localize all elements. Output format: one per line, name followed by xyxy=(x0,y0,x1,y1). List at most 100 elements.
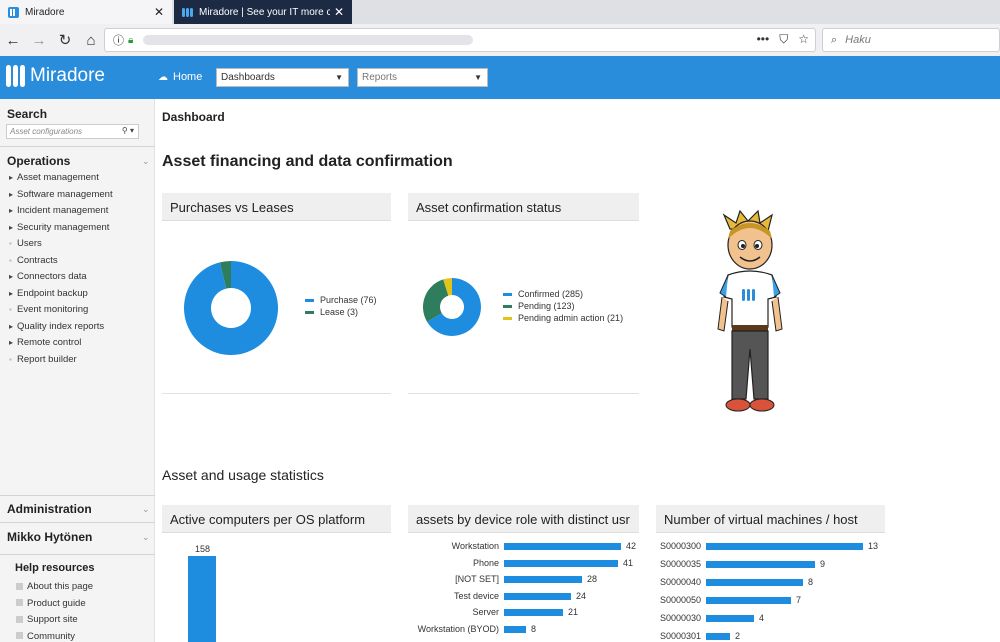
chart-bar[interactable] xyxy=(504,625,526,633)
sidebar: Search Asset configurations ⚲ ▾ Operatio… xyxy=(0,99,155,642)
sidebar-item[interactable]: ▸ Asset management xyxy=(9,172,99,183)
legend-label: Purchase (76) xyxy=(320,295,377,305)
expand-arrow-icon: ▸ xyxy=(9,173,14,182)
sidebar-item[interactable]: ▪ Event monitoring xyxy=(9,304,88,315)
panel-bottom-line xyxy=(162,393,391,394)
home-link[interactable]: ☁ Home xyxy=(158,71,202,83)
bullet-icon: ▪ xyxy=(9,255,12,265)
close-tab-icon[interactable]: ✕ xyxy=(154,5,164,19)
bar-value-label: 7 xyxy=(796,595,802,605)
info-icon[interactable]: ⓘ xyxy=(113,32,124,48)
bar-value-label: 13 xyxy=(868,541,879,551)
search-placeholder: Haku xyxy=(845,34,871,46)
sidebar-item[interactable]: ▸ Remote control xyxy=(9,337,81,348)
address-bar[interactable]: ⓘ 🔒︎ ••• ⛉ ☆ xyxy=(104,28,816,52)
chart-bar[interactable] xyxy=(706,615,754,622)
page-icon xyxy=(16,582,23,590)
legend-label: Confirmed (285) xyxy=(518,289,584,299)
help-item[interactable]: Support site xyxy=(16,614,78,625)
expand-icon[interactable]: ⌄ xyxy=(142,504,150,515)
bar-category-label: Server xyxy=(472,607,499,617)
chart-bar[interactable] xyxy=(504,576,582,583)
home-icon[interactable]: ⌂ xyxy=(78,27,104,53)
user-name-heading[interactable]: Mikko Hytönen xyxy=(7,530,92,544)
expand-arrow-icon: ▸ xyxy=(9,321,14,331)
legend-swatch xyxy=(503,292,512,296)
asset-search-input[interactable]: Asset configurations ⚲ ▾ xyxy=(6,124,139,139)
sidebar-item[interactable]: ▸ Quality index reports xyxy=(9,321,104,332)
bar-category-label: S0000300 xyxy=(659,541,701,551)
expand-arrow-icon: ▸ xyxy=(9,222,14,232)
chart-bar[interactable] xyxy=(504,609,563,616)
pocket-icon[interactable]: ⛉ xyxy=(779,32,788,47)
donut-slice[interactable] xyxy=(423,279,449,322)
miradore-logo[interactable]: Miradore xyxy=(6,65,105,87)
sidebar-item[interactable]: ▸ Software management xyxy=(9,189,113,200)
reports-select[interactable]: Reports ▼ xyxy=(357,68,488,87)
reload-icon[interactable]: ↻ xyxy=(52,27,78,53)
bar-category-label: Test device xyxy=(453,590,499,601)
bookmark-star-icon[interactable]: ☆ xyxy=(798,32,809,47)
help-item-label: Community xyxy=(27,630,76,642)
bar-category-label: S0000040 xyxy=(659,577,701,587)
browser-search-input[interactable]: ⌕ Haku xyxy=(822,28,1000,52)
chart-bar[interactable] xyxy=(706,561,815,568)
search-dropdown-icon[interactable]: ⚲ ▾ xyxy=(122,126,134,135)
sidebar-item[interactable]: ▪ Users xyxy=(9,238,42,249)
chart-bar[interactable] xyxy=(504,592,571,600)
sidebar-item[interactable]: ▪ Report builder xyxy=(9,354,77,365)
sidebar-item-label: Software management xyxy=(17,188,113,200)
dashboards-select[interactable]: Dashboards ▼ xyxy=(216,68,349,87)
bar-value-label: 8 xyxy=(531,623,537,634)
sidebar-item[interactable]: ▸ Endpoint backup xyxy=(9,288,88,299)
bar-category-label: Workstation (BYOD) xyxy=(417,623,499,634)
bullet-icon: ▪ xyxy=(9,305,12,314)
chart-bar[interactable] xyxy=(188,556,216,642)
sidebar-item[interactable]: ▸ Security management xyxy=(9,222,109,233)
help-item[interactable]: About this page xyxy=(16,581,93,592)
back-icon[interactable]: ← xyxy=(0,27,26,53)
sidebar-item-label: Contracts xyxy=(17,254,58,266)
more-actions-icon[interactable]: ••• xyxy=(757,32,770,47)
navigation-toolbar: ← → ↻ ⌂ ⓘ 🔒︎ ••• ⛉ ☆ ⌕ Haku xyxy=(0,25,1000,55)
divider xyxy=(0,495,155,496)
chart-bar[interactable] xyxy=(706,543,863,550)
forward-icon[interactable]: → xyxy=(26,27,52,53)
url-text xyxy=(143,35,474,45)
sidebar-item-label: Report builder xyxy=(17,353,77,365)
browser-tab-miradore[interactable]: Miradore ✕ xyxy=(0,0,172,24)
bar-value-label: 158 xyxy=(195,544,211,554)
legend-item: Purchase (76) xyxy=(305,295,377,305)
help-item-label: Product guide xyxy=(27,597,86,609)
sidebar-item[interactable]: ▸ Incident management xyxy=(9,205,108,216)
sidebar-item[interactable]: ▪ Contracts xyxy=(9,255,58,266)
operations-heading[interactable]: Operations xyxy=(7,154,70,168)
sidebar-item-label: Incident management xyxy=(17,205,109,216)
sidebar-item-label: Event monitoring xyxy=(17,304,89,315)
collapse-icon[interactable]: ⌄ xyxy=(142,156,150,167)
help-item[interactable]: Community xyxy=(16,631,75,642)
reports-select-value: Reports xyxy=(362,72,398,83)
sidebar-item-label: Users xyxy=(17,238,42,249)
divider xyxy=(0,146,155,147)
chart-bar[interactable] xyxy=(706,633,730,640)
sidebar-item-label: Remote control xyxy=(17,337,82,348)
asset-search-placeholder: Asset configurations xyxy=(10,127,83,136)
chart-bar[interactable] xyxy=(706,597,791,604)
bar-value-label: 4 xyxy=(759,613,765,623)
panel-title-os-platform: Active computers per OS platform xyxy=(162,505,391,533)
expand-icon[interactable]: ⌄ xyxy=(142,532,150,543)
close-tab-icon[interactable]: ✕ xyxy=(334,5,344,19)
bar-value-label: 9 xyxy=(820,559,826,569)
sidebar-item[interactable]: ▸ Connectors data xyxy=(9,271,87,282)
administration-heading[interactable]: Administration xyxy=(7,502,92,516)
expand-arrow-icon: ▸ xyxy=(9,206,14,215)
help-item-label: Support site xyxy=(27,614,78,625)
chart-bar[interactable] xyxy=(706,579,803,586)
sidebar-item-label: Security management xyxy=(17,221,110,233)
browser-tab-miradore-site[interactable]: Miradore | See your IT more cl ✕ xyxy=(174,0,352,24)
bar-value-label: 2 xyxy=(735,631,741,641)
page-icon xyxy=(16,632,23,640)
bullet-icon: ▪ xyxy=(9,239,12,248)
help-item[interactable]: Product guide xyxy=(16,598,86,609)
